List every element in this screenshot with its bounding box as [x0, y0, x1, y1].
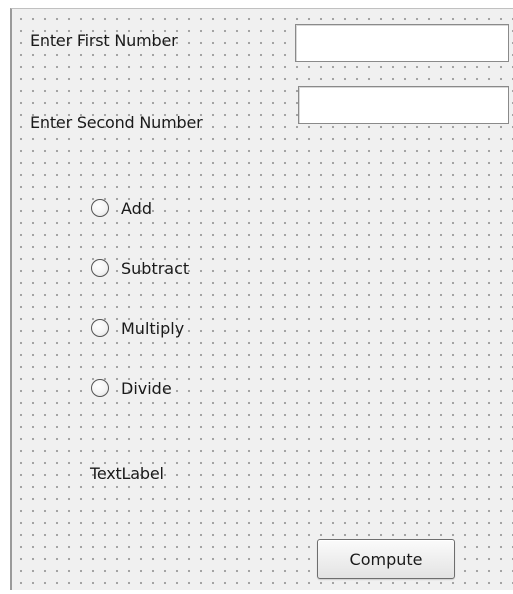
radio-multiply[interactable]: Multiply: [91, 316, 184, 340]
radio-subtract-label: Subtract: [121, 258, 190, 278]
radio-subtract[interactable]: Subtract: [91, 256, 189, 280]
compute-button[interactable]: Compute: [317, 539, 455, 579]
radio-multiply-label: Multiply: [121, 318, 185, 338]
radio-add-label: Add: [121, 198, 152, 218]
second-number-label: Enter Second Number: [30, 113, 203, 132]
radio-button-icon[interactable]: [91, 319, 109, 337]
result-label: TextLabel: [90, 464, 164, 483]
radio-button-icon[interactable]: [91, 259, 109, 277]
radio-button-icon[interactable]: [91, 379, 109, 397]
first-number-input[interactable]: [295, 24, 509, 62]
radio-button-icon[interactable]: [91, 199, 109, 217]
second-number-input[interactable]: [298, 86, 509, 124]
radio-divide-label: Divide: [121, 378, 172, 398]
radio-add[interactable]: Add: [91, 196, 152, 220]
form-designer-canvas: Enter First Number Enter Second Number A…: [10, 8, 513, 590]
first-number-label: Enter First Number: [30, 31, 178, 50]
radio-divide[interactable]: Divide: [91, 376, 172, 400]
